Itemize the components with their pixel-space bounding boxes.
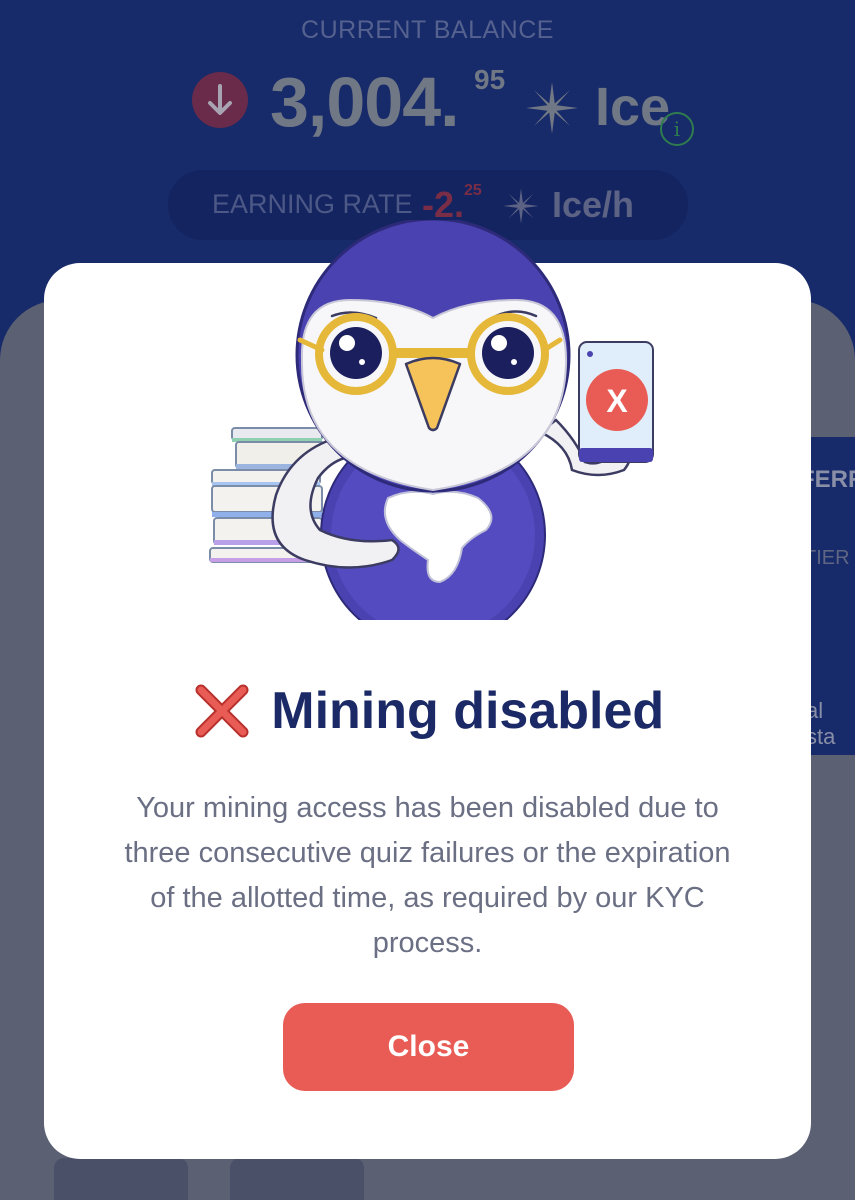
balance-unit: Ice: [595, 77, 671, 137]
balance-row: 3,004. 95 Ice i: [0, 62, 855, 152]
phone-x-icon: X: [578, 341, 654, 463]
avatar-thumbnail: [54, 1158, 188, 1200]
info-icon[interactable]: i: [660, 112, 694, 146]
modal-message: Your mining access has been disabled due…: [124, 792, 731, 959]
penguin-mascot-illustration: X: [209, 220, 654, 620]
phone-x-glyph: X: [606, 383, 628, 419]
modal-title: Mining disabled: [271, 682, 665, 740]
red-x-icon: [195, 684, 249, 738]
balance-label: CURRENT BALANCE: [301, 16, 554, 44]
balance-integer: 3,004.: [270, 63, 460, 141]
ice-star-icon: [526, 82, 578, 134]
avatar-thumbnail: [230, 1158, 364, 1200]
balance-down-arrow-icon: [192, 72, 248, 128]
close-button[interactable]: Close: [283, 1003, 574, 1091]
earning-rate-label: EARNING RATE: [212, 189, 413, 219]
modal-title-row: Mining disabled: [0, 680, 855, 760]
earning-rate-decimal: 25: [464, 182, 482, 199]
balance-decimal: 95: [474, 64, 506, 95]
